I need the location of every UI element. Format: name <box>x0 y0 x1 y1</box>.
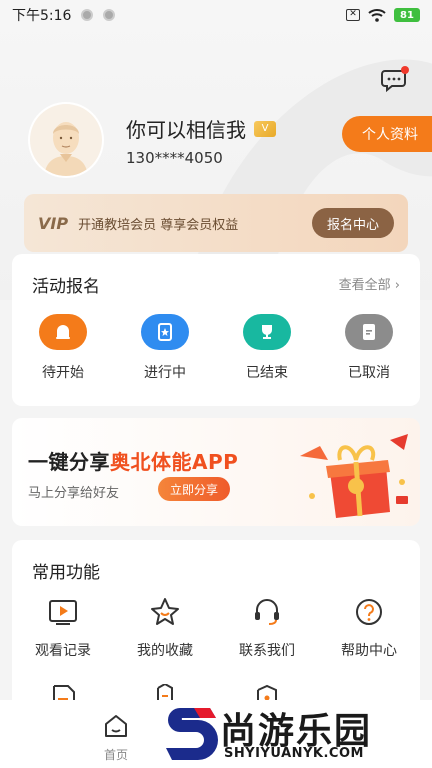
status-dot-icon <box>81 9 94 21</box>
home-icon <box>105 715 127 737</box>
contact-us-label: 联系我们 <box>239 643 295 659</box>
vip-banner[interactable]: VIP 开通教培会员 尊享会员权益 报名中心 <box>24 194 408 252</box>
activity-cancelled[interactable]: 已取消 <box>329 314 409 382</box>
activity-ongoing-label: 进行中 <box>144 365 186 381</box>
share-card[interactable]: 一键分享奥北体能APP 马上分享给好友 立即分享 <box>12 418 420 526</box>
avatar[interactable] <box>30 104 102 176</box>
star-badge-icon <box>141 314 189 350</box>
share-now-button[interactable]: 立即分享 <box>158 477 230 501</box>
activity-title: 活动报名 <box>32 277 100 297</box>
status-time: 下午5:16 <box>12 8 72 24</box>
status-bar: 下午5:16 ✕ 81 <box>0 0 432 30</box>
user-phone: 130****4050 <box>126 149 223 167</box>
activity-ongoing[interactable]: 进行中 <box>125 314 205 382</box>
see-all-link[interactable]: 查看全部 › <box>339 274 400 293</box>
gift-box-icon <box>300 434 408 518</box>
bell-icon <box>39 314 87 350</box>
share-title-highlight: 奥北体能APP <box>110 450 239 474</box>
user-name-row: 你可以相信我 V <box>126 114 276 143</box>
message-icon[interactable] <box>380 65 410 95</box>
help-center-label: 帮助中心 <box>341 643 397 659</box>
my-favorites[interactable]: 我的收藏 <box>120 596 210 660</box>
tab-home[interactable]: 首页 <box>94 712 138 763</box>
doc-cancel-icon <box>345 314 393 350</box>
watch-history[interactable]: 观看记录 <box>18 596 108 660</box>
contact-us[interactable]: 联系我们 <box>222 596 312 660</box>
chevron-right-icon: › <box>394 278 400 293</box>
user-name: 你可以相信我 <box>126 118 246 142</box>
common-functions-title: 常用功能 <box>32 563 100 583</box>
activity-pending[interactable]: 待开始 <box>23 314 103 382</box>
star-icon <box>151 598 179 625</box>
profile-button[interactable]: 个人资料 <box>342 116 432 152</box>
vip-logo: VIP <box>38 213 69 233</box>
signup-center-button[interactable]: 报名中心 <box>312 208 394 238</box>
activity-ended-label: 已结束 <box>246 365 288 381</box>
watermark-logo-icon <box>166 708 218 760</box>
sim-off-icon: ✕ <box>346 9 360 21</box>
my-favorites-label: 我的收藏 <box>137 643 193 659</box>
activity-card: 活动报名 查看全部 › 待开始 进行中 已结束 已取消 <box>12 254 420 406</box>
share-title: 一键分享奥北体能APP <box>28 446 238 475</box>
share-subtitle: 马上分享给好友 <box>28 486 120 501</box>
headset-icon <box>255 599 279 625</box>
activity-ended[interactable]: 已结束 <box>227 314 307 382</box>
activity-pending-label: 待开始 <box>42 365 84 381</box>
tab-home-label: 首页 <box>103 748 128 762</box>
trophy-icon <box>243 314 291 350</box>
status-dot-icon <box>103 9 116 21</box>
see-all-label: 查看全部 <box>338 278 391 293</box>
share-title-prefix: 一键分享 <box>28 450 110 474</box>
vip-badge: V <box>254 120 276 137</box>
watch-history-label: 观看记录 <box>35 643 91 659</box>
status-right: ✕ 81 <box>346 8 420 22</box>
play-icon <box>49 600 77 625</box>
activity-cancelled-label: 已取消 <box>348 365 390 381</box>
watermark-url: SHYIYUANYK.COM <box>224 746 364 761</box>
watermark: 尚游乐园 SHYIYUANYK.COM <box>160 702 432 768</box>
help-center[interactable]: 帮助中心 <box>324 596 414 660</box>
avatar-image <box>30 104 102 176</box>
wifi-icon <box>368 9 386 22</box>
help-icon <box>356 599 382 625</box>
vip-banner-text: 开通教培会员 尊享会员权益 <box>78 217 239 233</box>
battery-indicator: 81 <box>394 8 420 22</box>
